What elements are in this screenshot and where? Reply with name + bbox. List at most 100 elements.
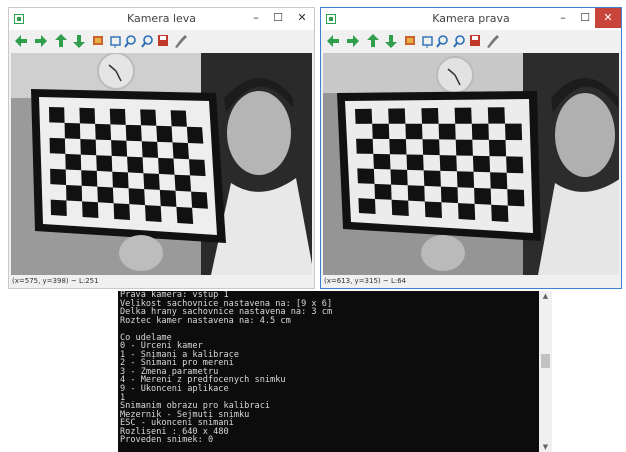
- checker-square: [406, 154, 424, 171]
- maximize-button[interactable]: ☐: [573, 8, 597, 28]
- checker-square: [491, 204, 509, 222]
- zoom-fit-icon[interactable]: [110, 36, 121, 48]
- checker-square: [174, 174, 192, 192]
- checker-square: [373, 153, 391, 170]
- arrow-up-icon[interactable]: [367, 34, 379, 47]
- checker-square: [97, 186, 114, 204]
- checker-square: [507, 189, 525, 207]
- checker-square: [109, 108, 126, 125]
- checker-square: [423, 170, 441, 187]
- checker-square: [95, 123, 112, 141]
- checker-square: [440, 186, 458, 204]
- scroll-thumb[interactable]: [541, 354, 550, 368]
- checker-square: [422, 139, 440, 156]
- checker-square: [407, 185, 425, 202]
- scroll-up-icon[interactable]: ▲: [539, 291, 552, 301]
- minimize-button[interactable]: –: [551, 8, 575, 28]
- checker-square: [356, 138, 374, 154]
- titlebar[interactable]: Kamera prava – ☐ ✕: [321, 8, 621, 30]
- checker-square: [64, 122, 81, 139]
- close-button[interactable]: ✕: [290, 8, 314, 28]
- camera-left-window[interactable]: Kamera leva – ☐ ✕ (x=575, y=398) ~ L:251: [8, 7, 315, 289]
- zoom-in-icon[interactable]: [436, 35, 448, 48]
- camera-view[interactable]: [323, 53, 619, 275]
- checker-square: [424, 201, 442, 218]
- save-icon[interactable]: [158, 35, 168, 46]
- zoom-out-icon[interactable]: [453, 35, 465, 48]
- properties-icon[interactable]: [487, 35, 499, 48]
- checker-square: [455, 139, 473, 156]
- checker-square: [357, 168, 375, 184]
- checker-square: [143, 173, 160, 190]
- checker-square: [158, 157, 175, 175]
- zoom-out-icon[interactable]: [141, 35, 153, 48]
- checker-square: [50, 168, 67, 185]
- checker-square: [358, 198, 376, 214]
- checker-square: [439, 155, 457, 172]
- arrow-left-icon[interactable]: [15, 35, 27, 47]
- checker-square: [80, 139, 97, 156]
- scroll-down-icon[interactable]: ▼: [539, 442, 552, 452]
- console-line: Roztec kamer nastavena na: 4.5 cm: [120, 315, 291, 326]
- checker-square: [156, 125, 173, 143]
- minimize-button[interactable]: –: [244, 8, 268, 28]
- camera-view[interactable]: [11, 53, 312, 275]
- checker-square: [65, 153, 82, 171]
- checker-square: [66, 185, 83, 202]
- arrow-down-icon[interactable]: [385, 35, 397, 48]
- checker-square: [471, 123, 489, 140]
- arrow-down-icon[interactable]: [73, 35, 85, 48]
- checker-square: [474, 187, 492, 205]
- checker-square: [191, 191, 208, 209]
- camera-right-window[interactable]: Kamera prava – ☐ ✕ (x=613, y=315) ~ L:64: [320, 7, 622, 289]
- checker-square: [82, 201, 99, 218]
- checker-square: [388, 108, 406, 124]
- arrow-right-icon[interactable]: [347, 35, 359, 47]
- checker-square: [159, 189, 177, 207]
- checker-square: [487, 107, 505, 124]
- checker-square: [49, 107, 65, 123]
- checker-square: [355, 108, 373, 124]
- console-window[interactable]: Prava kamera: vstup 1 Velikost sachovnice…: [118, 291, 552, 452]
- checker-square: [472, 155, 491, 173]
- checker-square: [438, 123, 456, 140]
- close-button[interactable]: ✕: [595, 8, 621, 28]
- checker-square: [113, 203, 130, 220]
- arrow-up-icon[interactable]: [55, 34, 67, 47]
- checker-square: [374, 183, 392, 200]
- checker-square: [490, 172, 508, 190]
- checker-square: [421, 108, 439, 124]
- toolbar: [321, 30, 621, 52]
- checker-square: [128, 188, 145, 206]
- checker-square: [79, 107, 96, 124]
- properties-icon[interactable]: [175, 35, 187, 48]
- checker-square: [50, 199, 67, 216]
- maximize-button[interactable]: ☐: [266, 8, 290, 28]
- console-scrollbar[interactable]: ▲ ▼: [539, 291, 552, 452]
- image-icon[interactable]: [93, 36, 103, 45]
- checker-square: [170, 110, 187, 127]
- checker-square: [391, 199, 409, 216]
- arrow-right-icon[interactable]: [35, 35, 47, 47]
- zoom-in-icon[interactable]: [124, 35, 136, 48]
- zoom-fit-icon[interactable]: [422, 36, 433, 48]
- checker-square: [141, 141, 159, 158]
- save-icon[interactable]: [470, 35, 480, 46]
- checker-square: [96, 155, 113, 172]
- checker-square: [456, 171, 475, 188]
- toolbar: [9, 30, 314, 52]
- arrow-left-icon[interactable]: [327, 35, 339, 47]
- titlebar[interactable]: Kamera leva – ☐ ✕: [9, 8, 314, 30]
- checker-square: [140, 109, 157, 126]
- checker-square: [145, 205, 162, 222]
- checker-square: [186, 126, 204, 144]
- console-output: Prava kamera: vstup 1 Velikost sachovnice…: [120, 291, 538, 445]
- checker-square: [389, 139, 407, 155]
- image-icon[interactable]: [405, 36, 415, 45]
- checker-square: [458, 203, 476, 220]
- checker-square: [189, 159, 206, 177]
- checker-square: [172, 142, 189, 160]
- status-bar: (x=613, y=315) ~ L:64: [321, 275, 621, 288]
- checker-square: [372, 123, 390, 139]
